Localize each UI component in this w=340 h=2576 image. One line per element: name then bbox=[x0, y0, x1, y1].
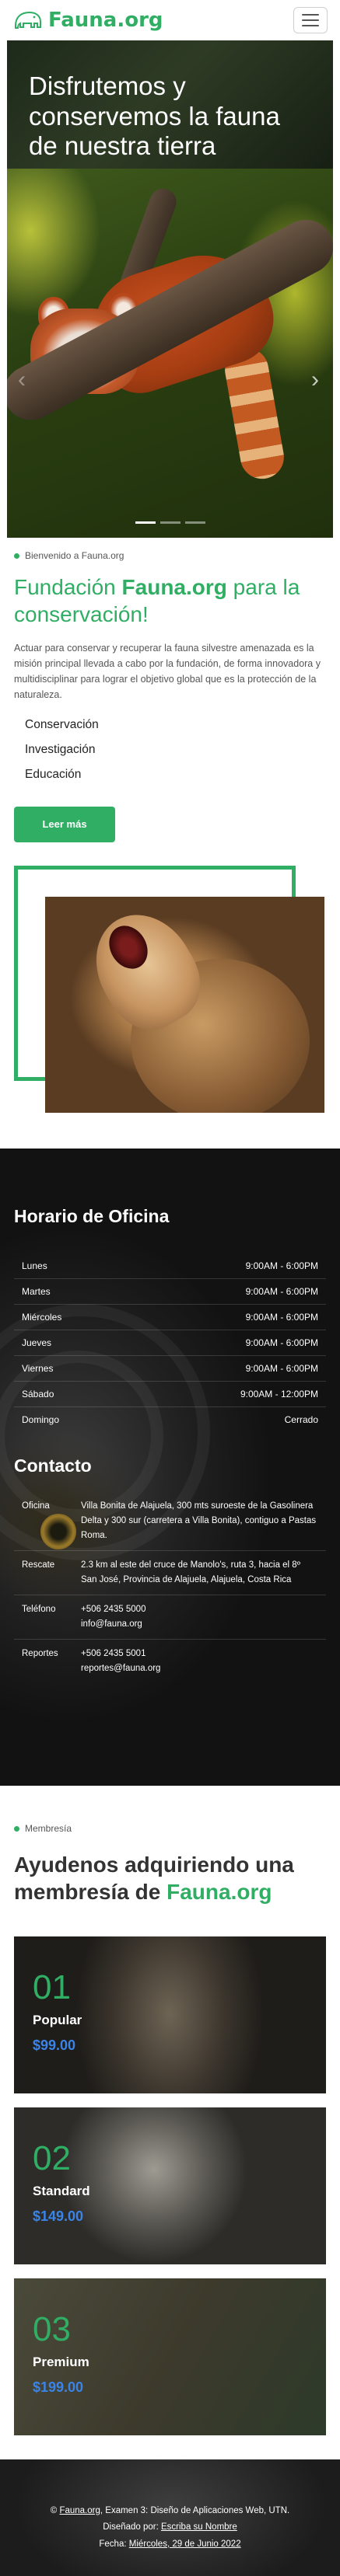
table-row: Sábado 9:00AM - 12:00PM bbox=[14, 1381, 326, 1407]
date-link[interactable]: Miércoles, 29 de Junio 2022 bbox=[129, 2539, 241, 2549]
table-row: Rescate 2.3 km al este del cruce de Mano… bbox=[14, 1550, 326, 1595]
brand-logo[interactable]: Fauna.org bbox=[12, 9, 163, 32]
carousel-prev-icon[interactable]: ‹ bbox=[18, 367, 26, 393]
table-row: Martes 9:00AM - 6:00PM bbox=[14, 1278, 326, 1305]
office-contact-section: Horario de Oficina Lunes 9:00AM - 6:00PM … bbox=[0, 1149, 340, 1786]
membership-card-popular[interactable]: 01 Popular $99.00 bbox=[14, 1936, 326, 2093]
eyebrow-label: Membresía bbox=[25, 1823, 72, 1834]
membership-title: Ayudenos adquiriendo una membresía de Fa… bbox=[14, 1853, 294, 1904]
membership-card-standard[interactable]: 02 Standard $149.00 bbox=[14, 2107, 326, 2264]
topic-item: Educación bbox=[25, 768, 82, 781]
topic-list: Conservación Investigación Educación bbox=[14, 718, 326, 782]
table-row: Teléfono +506 2435 5000 info@fauna.org bbox=[14, 1595, 326, 1640]
plan-name: Standard bbox=[33, 2184, 90, 2198]
table-row: Jueves 9:00AM - 6:00PM bbox=[14, 1330, 326, 1356]
contact-table: Oficina Villa Bonita de Alajuela, 300 mt… bbox=[14, 1492, 326, 1683]
date-line: Fecha: Miércoles, 29 de Junio 2022 bbox=[99, 2539, 241, 2549]
designer-line: Diseñado por: Escriba su Nombre bbox=[103, 2522, 237, 2532]
about-section: Bienvenido a Fauna.org Fundación Fauna.o… bbox=[0, 538, 340, 842]
about-body: Actuar para conservar y recuperar la fau… bbox=[14, 643, 321, 700]
membership-section: Membresía Ayudenos adquiriendo una membr… bbox=[0, 1786, 340, 2435]
plan-price: $149.00 bbox=[33, 2208, 84, 2224]
hero-caption: Disfrutemos y conservemos la fauna de nu… bbox=[7, 40, 333, 169]
carousel-next-icon[interactable]: › bbox=[311, 367, 319, 393]
hero-carousel: Disfrutemos y conservemos la fauna de nu… bbox=[7, 40, 333, 538]
hero-title: Disfrutemos y conservemos la fauna de nu… bbox=[29, 71, 280, 161]
plan-number: 03 bbox=[33, 2310, 71, 2348]
table-row: Reportes +506 2435 5001 reportes@fauna.o… bbox=[14, 1639, 326, 1682]
lion-feature bbox=[0, 866, 340, 1118]
phone-number[interactable]: +506 2435 5000 bbox=[81, 1602, 318, 1617]
carousel-indicator[interactable] bbox=[159, 521, 181, 524]
topic-item: Investigación bbox=[25, 743, 96, 756]
plan-number: 02 bbox=[33, 2139, 71, 2177]
table-row: Domingo Cerrado bbox=[22, 1414, 318, 1425]
bullet-dot-icon bbox=[14, 1825, 19, 1832]
office-hours-table: Lunes 9:00AM - 6:00PM Martes 9:00AM - 6:00… bbox=[14, 1253, 326, 1432]
menu-toggle-button[interactable] bbox=[293, 7, 328, 33]
topic-item: Conservación bbox=[25, 718, 99, 731]
elephant-logo-icon bbox=[15, 11, 41, 29]
red-panda-image: ‹ › bbox=[7, 169, 333, 538]
footer-brand-link[interactable]: Fauna.org bbox=[59, 2506, 100, 2515]
about-title: Fundación Fauna.org para la conservación… bbox=[14, 575, 300, 626]
email-link[interactable]: reportes@fauna.org bbox=[81, 1661, 318, 1676]
email-link[interactable]: info@fauna.org bbox=[81, 1617, 318, 1632]
table-row: Viernes 9:00AM - 6:00PM bbox=[14, 1355, 326, 1382]
table-row: Lunes 9:00AM - 6:00PM bbox=[14, 1253, 326, 1279]
copyright-line: © Fauna.org, Examen 3: Diseño de Aplicac… bbox=[50, 2506, 290, 2515]
lion-image bbox=[45, 897, 324, 1113]
membership-card-premium[interactable]: 03 Premium $199.00 bbox=[14, 2278, 326, 2435]
designer-link[interactable]: Escriba su Nombre bbox=[161, 2522, 237, 2532]
brand-name: Fauna.org bbox=[48, 9, 163, 32]
contact-title: Contacto bbox=[14, 1455, 92, 1476]
section-eyebrow: Membresía bbox=[14, 1823, 326, 1834]
carousel-indicator[interactable] bbox=[135, 521, 156, 524]
bullet-dot-icon bbox=[14, 552, 19, 559]
plan-number: 01 bbox=[33, 1968, 71, 2006]
phone-number[interactable]: +506 2435 5001 bbox=[81, 1647, 318, 1661]
site-footer: © Fauna.org, Examen 3: Diseño de Aplicac… bbox=[0, 2459, 340, 2576]
section-eyebrow: Bienvenido a Fauna.org bbox=[14, 550, 326, 561]
carousel-indicators bbox=[7, 521, 333, 524]
eyebrow-label: Bienvenido a Fauna.org bbox=[25, 550, 124, 561]
carousel-indicator[interactable] bbox=[184, 521, 205, 524]
plan-price: $99.00 bbox=[33, 2037, 76, 2053]
site-header: Fauna.org bbox=[0, 0, 340, 40]
plan-price: $199.00 bbox=[33, 2379, 84, 2395]
table-row: Oficina Villa Bonita de Alajuela, 300 mt… bbox=[14, 1492, 326, 1551]
plan-name: Premium bbox=[33, 2355, 89, 2369]
plan-name: Popular bbox=[33, 2013, 82, 2027]
hamburger-icon bbox=[302, 14, 319, 16]
table-row: Miércoles 9:00AM - 6:00PM bbox=[14, 1304, 326, 1330]
read-more-button[interactable]: Leer más bbox=[14, 807, 115, 842]
office-hours-title: Horario de Oficina bbox=[14, 1206, 170, 1226]
